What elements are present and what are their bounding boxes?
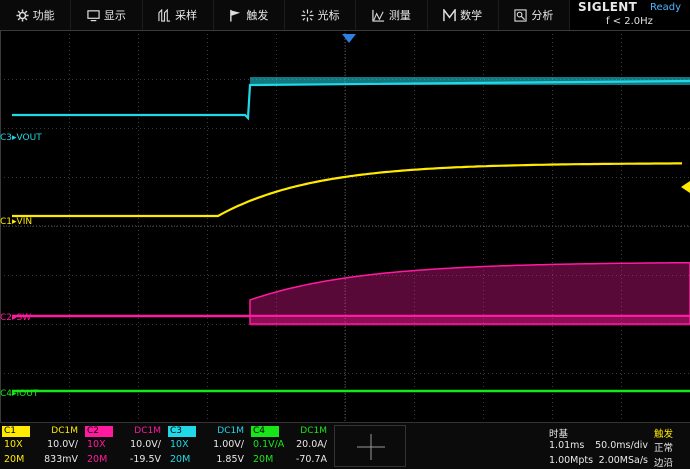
c3-badge: C3: [168, 426, 196, 437]
sample-rate: 2.00MSa/s: [598, 455, 648, 466]
menu-trigger-label: 触发: [246, 9, 269, 22]
menu-measure-label: 测量: [388, 9, 411, 22]
menu-display-label: 显示: [103, 9, 126, 22]
c4-scale: 20.0A/: [296, 439, 327, 450]
frequency-counter: f < 2.0Hz: [606, 16, 653, 27]
c2-offset: -19.5V: [129, 454, 161, 465]
c4-coupling: DC1M: [300, 426, 327, 436]
menu-analyze[interactable]: 分析: [499, 0, 570, 30]
brand-logo: SIGLENT: [578, 0, 638, 14]
c2-label: SW: [16, 313, 32, 323]
c2-badge: C2: [85, 426, 113, 437]
c3-panel[interactable]: C3 DC1M 10X 1.00V/ 20M 1.85V: [166, 425, 246, 469]
crosshair-icon: [357, 434, 385, 460]
c4-marker[interactable]: C4▸IOUT: [0, 389, 38, 399]
menu-function-label: 功能: [32, 9, 55, 22]
c3-offset: 1.85V: [216, 454, 244, 465]
memory-depth: 1.00Mpts: [549, 455, 594, 466]
c1-label: VIN: [16, 217, 33, 227]
c2-marker[interactable]: C2▸SW: [0, 313, 31, 323]
analyze-icon: [514, 8, 528, 22]
timebase-delay: 1.01ms: [549, 440, 585, 451]
menu-analyze-label: 分析: [531, 9, 554, 22]
c4-offset: -70.7A: [295, 454, 327, 465]
c3-marker[interactable]: C3▸VOUT: [0, 133, 42, 143]
c1-bandwidth: 20M: [4, 454, 25, 465]
c2-panel[interactable]: C2 DC1M 10X 10.0V/ 20M -19.5V: [83, 425, 163, 469]
c4-label: IOUT: [16, 389, 39, 399]
c4-probe: 0.1V/A: [253, 439, 285, 450]
menu-display[interactable]: 显示: [71, 0, 143, 30]
trigger-panel[interactable]: 触发 正常 边沿: [651, 425, 690, 469]
timebase-scale: 50.0ms/div: [595, 440, 648, 451]
trigger-mode: 正常: [654, 443, 674, 454]
menu-math[interactable]: 数学: [428, 0, 499, 30]
measure-icon: [372, 9, 385, 22]
menu-measure[interactable]: 测量: [356, 0, 428, 30]
c3-noise-band: [250, 77, 690, 85]
menu-bar: 功能 显示 采样 触发 光标 测量 数学 分析: [0, 0, 570, 30]
channel-info-bar: C1 DC1M 10X 10.0V/ 20M 833mV C2 DC1M 10X…: [0, 422, 690, 469]
c1-probe: 10X: [4, 439, 23, 450]
acquisition-status: Ready: [650, 2, 682, 13]
c3-coupling: DC1M: [217, 426, 244, 436]
c1-panel[interactable]: C1 DC1M 10X 10.0V/ 20M 833mV: [0, 425, 80, 469]
c3-scale: 1.00V/: [213, 439, 244, 450]
c1-scale: 10.0V/: [47, 439, 78, 450]
c4-panel[interactable]: C4 DC1M 0.1V/A 20.0A/ 20M -70.7A: [249, 425, 329, 469]
menu-trigger[interactable]: 触发: [214, 0, 285, 30]
c2-noise-band: [250, 318, 690, 326]
trigger-position-marker[interactable]: [342, 34, 356, 43]
timebase-panel[interactable]: 时基 1.01ms 50.0ms/div 1.00Mpts 2.00MSa/s: [546, 425, 650, 469]
c1-offset: 833mV: [44, 454, 78, 465]
menu-acquire-label: 采样: [175, 9, 198, 22]
c1-marker[interactable]: C1▸VIN: [0, 217, 32, 227]
c4-bandwidth: 20M: [253, 454, 274, 465]
c1-badge: C1: [2, 426, 30, 437]
waveform-display[interactable]: [0, 30, 690, 422]
trigger-title: 触发: [654, 429, 674, 440]
trigger-level-marker[interactable]: [681, 181, 690, 193]
trigger-type: 边沿: [654, 458, 674, 469]
grid: [0, 30, 690, 422]
c1-trace: [12, 162, 682, 218]
sample-icon: [158, 8, 171, 22]
c1-coupling: DC1M: [51, 426, 78, 436]
flag-icon: [229, 9, 242, 22]
gear-icon: [16, 8, 29, 22]
c3-label: VOUT: [16, 133, 42, 143]
c4-badge: C4: [251, 426, 279, 437]
menu-cursor-label: 光标: [317, 9, 340, 22]
menu-math-label: 数学: [460, 9, 483, 22]
menu-acquire[interactable]: 采样: [143, 0, 214, 30]
math-icon: [443, 8, 456, 22]
cursor-indicator[interactable]: [334, 425, 406, 467]
c2-scale: 10.0V/: [130, 439, 161, 450]
c2-bandwidth: 20M: [87, 454, 108, 465]
crosshair-icon: [301, 8, 314, 22]
menu-function[interactable]: 功能: [0, 0, 72, 30]
c3-trace: [12, 79, 690, 121]
timebase-title: 时基: [549, 429, 569, 440]
c3-bandwidth: 20M: [170, 454, 191, 465]
menu-cursor[interactable]: 光标: [285, 0, 357, 30]
brand-area: SIGLENT Ready f < 2.0Hz: [570, 0, 690, 30]
monitor-icon: [87, 9, 100, 22]
c2-probe: 10X: [87, 439, 106, 450]
c2-coupling: DC1M: [134, 426, 161, 436]
c3-probe: 10X: [170, 439, 189, 450]
